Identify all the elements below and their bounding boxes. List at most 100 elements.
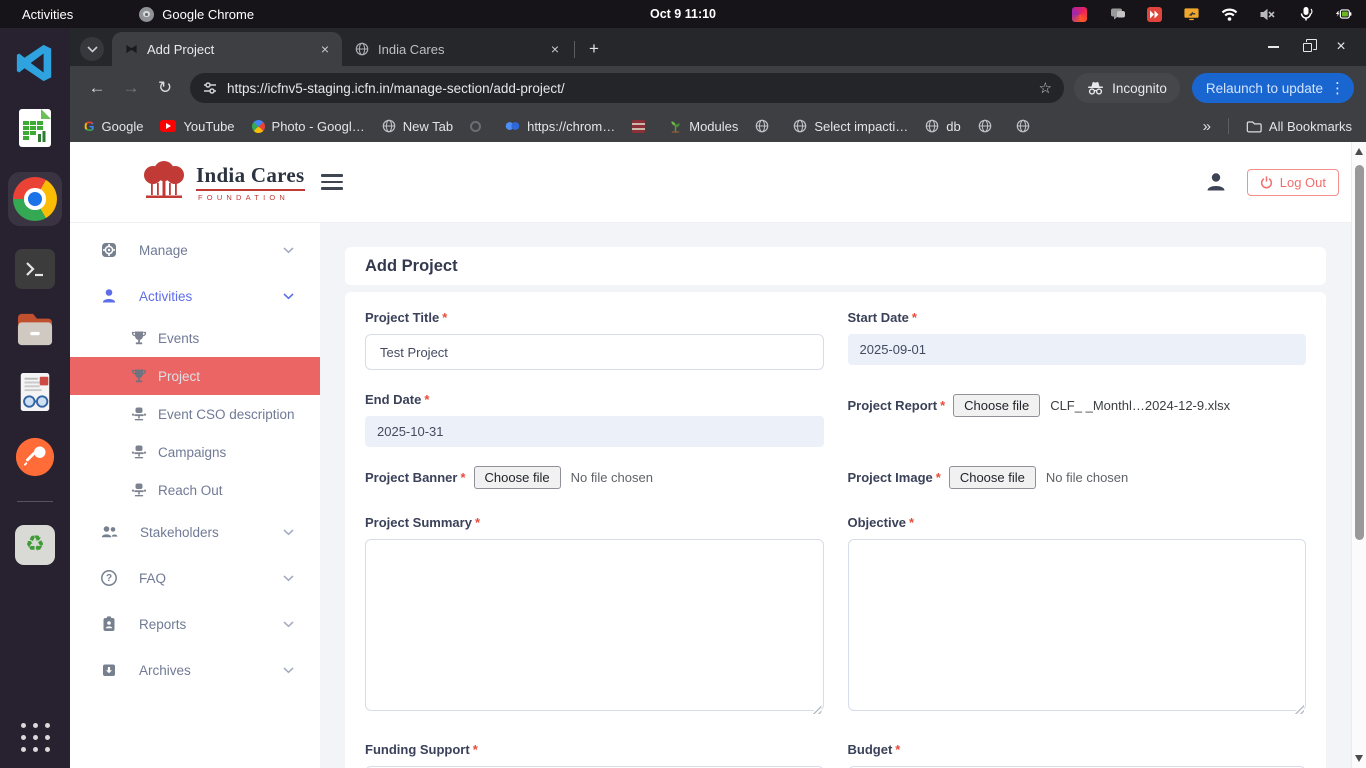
app-header: India Cares Foundation Log Out: [70, 142, 1366, 222]
sidebar-item-archives[interactable]: Archives: [70, 647, 320, 693]
trophy-icon: [130, 329, 148, 347]
bookmark-new-tab[interactable]: New Tab: [382, 119, 453, 134]
minimize-button[interactable]: [1256, 33, 1290, 61]
tab-close-icon[interactable]: ×: [316, 40, 334, 58]
field-project-title: Project Title*: [365, 310, 824, 370]
field-project-banner: Project Banner* Choose file No file chos…: [365, 464, 824, 490]
reload-button[interactable]: ↻: [150, 73, 180, 103]
all-bookmarks-button[interactable]: All Bookmarks: [1246, 119, 1352, 134]
bookmark-google-photos[interactable]: Photo - Googl…: [252, 119, 365, 134]
sidebar-item-label: Stakeholders: [140, 525, 219, 540]
start-date-input[interactable]: [848, 334, 1307, 365]
bookmark-youtube[interactable]: YouTube: [160, 119, 234, 134]
back-button[interactable]: ←: [82, 73, 112, 103]
sidebar-subitem-campaigns[interactable]: Campaigns: [70, 433, 320, 471]
bookmark-db[interactable]: db: [925, 119, 960, 134]
bookmarks-overflow-chevron[interactable]: »: [1203, 118, 1211, 135]
brand-underline: [196, 189, 305, 191]
tab-add-project[interactable]: Add Project ×: [112, 32, 342, 66]
user-profile-icon[interactable]: [1204, 170, 1228, 194]
sidebar-item-reports[interactable]: Reports: [70, 601, 320, 647]
sidebar-item-stakeholders[interactable]: Stakeholders: [70, 509, 320, 555]
dock-item-google-chrome[interactable]: [8, 172, 62, 226]
bookmark-star-icon[interactable]: ☆: [1039, 79, 1052, 97]
activities-button[interactable]: Activities: [14, 5, 81, 24]
google-g-icon: G: [84, 119, 95, 134]
banyan-tree-icon: [140, 161, 188, 203]
dock-item-files[interactable]: [14, 312, 56, 348]
project-title-input[interactable]: [365, 334, 824, 370]
restore-button[interactable]: [1290, 33, 1324, 61]
person-icon: [100, 287, 118, 305]
brand-logo[interactable]: India Cares Foundation: [140, 161, 305, 203]
screen-share-icon[interactable]: [1183, 6, 1200, 23]
project-report-choose-file-button[interactable]: Choose file: [953, 394, 1040, 417]
focused-app-indicator[interactable]: Google Chrome: [139, 7, 254, 22]
dock-item-terminal[interactable]: [15, 249, 55, 289]
sidebar-subitem-event-cso-description[interactable]: Event CSO description: [70, 395, 320, 433]
wifi-icon[interactable]: [1221, 6, 1238, 23]
microphone-icon[interactable]: [1297, 6, 1314, 23]
dock-item-postman[interactable]: [14, 436, 56, 478]
brand-subtitle: Foundation: [196, 193, 305, 202]
app-grid-button[interactable]: [21, 723, 50, 752]
project-report-file-name: CLF_ _Monthl…2024-12-9.xlsx: [1048, 398, 1230, 413]
project-image-choose-file-button[interactable]: Choose file: [949, 466, 1036, 489]
field-project-image: Project Image* Choose file No file chose…: [848, 464, 1307, 490]
sidebar-subitem-project[interactable]: Project: [70, 357, 320, 395]
scrollbar-thumb[interactable]: [1355, 165, 1364, 540]
field-label: Project Title: [365, 310, 439, 325]
color-cube-icon[interactable]: [1071, 6, 1088, 23]
globe-icon: [1016, 119, 1030, 133]
tab-search-button[interactable]: [80, 37, 104, 61]
browser-window: Add Project × India Cares × + × ← → ↻: [70, 28, 1366, 768]
new-tab-button[interactable]: +: [581, 36, 607, 62]
bookmark-chrome-link[interactable]: https://chrom…: [505, 119, 615, 134]
battery-charging-icon[interactable]: [1335, 6, 1352, 23]
end-date-input[interactable]: [365, 416, 824, 447]
project-banner-choose-file-button[interactable]: Choose file: [474, 466, 561, 489]
dock-item-trash[interactable]: ♻: [15, 525, 55, 565]
bookmark-globe-3[interactable]: [1016, 119, 1037, 133]
dock-item-libreoffice-calc[interactable]: [15, 107, 55, 149]
bookmark-modules[interactable]: Modules: [669, 119, 738, 134]
scrollbar-up-arrow[interactable]: [1355, 148, 1363, 155]
bookmark-select-impact[interactable]: Select impacti…: [793, 119, 908, 134]
sidebar-subitem-events[interactable]: Events: [70, 319, 320, 357]
bookmark-label: db: [946, 119, 960, 134]
chevron-down-icon: [283, 293, 294, 300]
field-end-date: End Date*: [365, 392, 824, 447]
sidebar-subitem-label: Project: [158, 369, 200, 384]
site-settings-icon[interactable]: [202, 80, 218, 96]
logout-button[interactable]: Log Out: [1247, 169, 1339, 196]
sidebar-item-manage[interactable]: Manage: [70, 227, 320, 273]
chat-icon[interactable]: [1109, 6, 1126, 23]
sidebar-subitem-reach-out[interactable]: Reach Out: [70, 471, 320, 509]
address-bar[interactable]: https://icfnv5-staging.icfn.in/manage-se…: [190, 73, 1064, 103]
relaunch-to-update-button[interactable]: Relaunch to update ⋮: [1192, 73, 1354, 103]
clock[interactable]: Oct 9 11:10: [650, 7, 716, 21]
scrollbar-down-arrow[interactable]: [1355, 755, 1363, 762]
anydesk-icon[interactable]: [1147, 7, 1162, 22]
bookmark-google[interactable]: G Google: [84, 119, 143, 134]
sidebar-item-activities[interactable]: Activities: [70, 273, 320, 319]
project-summary-textarea[interactable]: [365, 539, 824, 711]
dock-item-document-viewer[interactable]: [16, 371, 54, 413]
tab-india-cares[interactable]: India Cares ×: [342, 32, 572, 66]
forward-button[interactable]: →: [116, 73, 146, 103]
tab-close-icon[interactable]: ×: [546, 40, 564, 58]
bookmark-bajaj[interactable]: [632, 120, 652, 133]
volume-muted-icon[interactable]: [1259, 6, 1276, 23]
plant-icon: [669, 119, 682, 133]
dim-circle-icon: [470, 121, 481, 132]
bookmark-globe-2[interactable]: [978, 119, 999, 133]
bookmark-unnamed[interactable]: [470, 121, 488, 132]
page-scrollbar[interactable]: [1351, 142, 1366, 768]
bookmark-globe-1[interactable]: [755, 119, 776, 133]
kebab-menu-icon[interactable]: ⋮: [1330, 79, 1345, 97]
hamburger-menu-button[interactable]: [321, 174, 343, 190]
objective-textarea[interactable]: [848, 539, 1307, 711]
dock-item-vscode[interactable]: [14, 42, 56, 84]
sidebar-item-faq[interactable]: ? FAQ: [70, 555, 320, 601]
close-button[interactable]: ×: [1324, 33, 1358, 61]
